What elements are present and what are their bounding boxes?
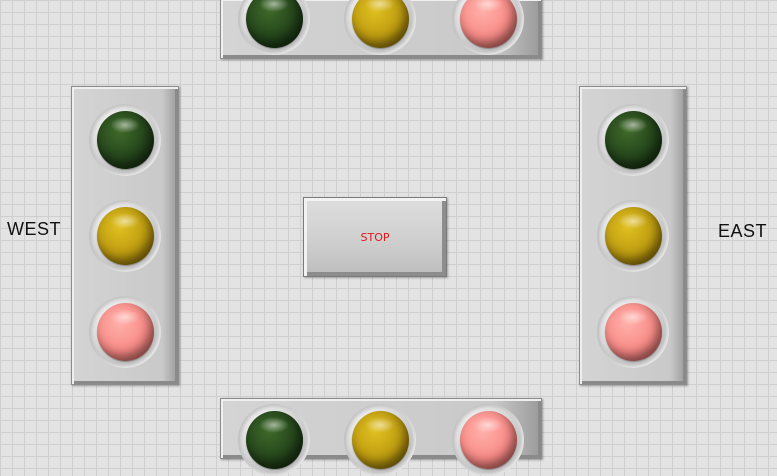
east-red-lamp (605, 303, 662, 361)
north-lamp-well-1 (238, 0, 310, 55)
east-lamp-well-3 (597, 296, 669, 368)
stop-button[interactable]: STOP (303, 197, 447, 277)
west-lamp-well-2 (89, 200, 161, 272)
east-label: EAST (718, 221, 768, 241)
south-lamp-well-1 (238, 404, 310, 476)
south-green-lamp (246, 411, 303, 469)
east-yellow-lamp (605, 207, 662, 265)
west-green-lamp (97, 111, 154, 169)
west-yellow-lamp (97, 207, 154, 265)
east-lamp-well-2 (597, 200, 669, 272)
east-green-lamp (605, 111, 662, 169)
south-traffic-light-panel (220, 398, 542, 476)
north-yellow-lamp (352, 0, 409, 48)
west-lamp-well-3 (89, 296, 161, 368)
west-traffic-light-panel (71, 86, 179, 385)
south-yellow-lamp (352, 411, 409, 469)
north-traffic-light-panel (220, 0, 542, 59)
north-green-lamp (246, 0, 303, 48)
north-lamp-well-2 (344, 0, 416, 55)
south-lamp-well-2 (344, 404, 416, 476)
north-lamp-well-3 (452, 0, 524, 55)
north-red-lamp (460, 0, 517, 48)
stop-button-label: STOP (360, 230, 390, 244)
south-red-lamp (460, 411, 517, 469)
west-red-lamp (97, 303, 154, 361)
south-lamp-well-3 (452, 404, 524, 476)
east-traffic-light-panel (579, 86, 687, 385)
west-label: WEST (7, 219, 61, 239)
west-lamp-well-1 (89, 104, 161, 176)
east-lamp-well-1 (597, 104, 669, 176)
